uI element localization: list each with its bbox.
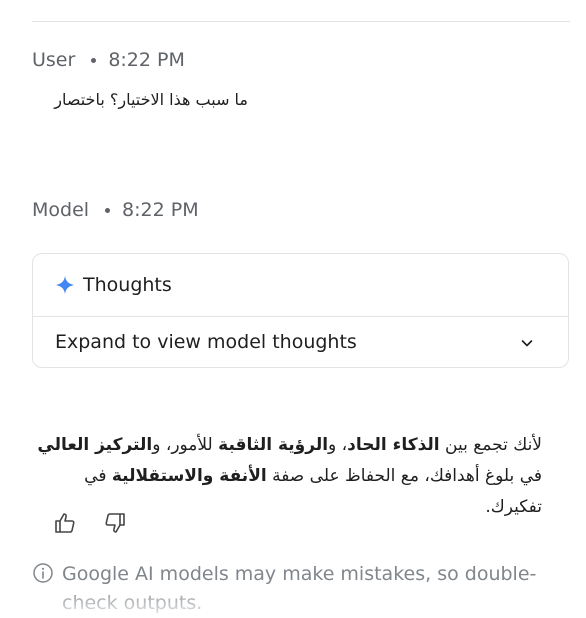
- model-turn-meta: Model 8:22 PM: [32, 199, 199, 221]
- response-segment: للأمور، و: [152, 435, 219, 455]
- model-author: Model: [32, 199, 90, 221]
- response-bold-segment: الأنفة والاستقلالية: [111, 466, 267, 486]
- user-timestamp: 8:22 PM: [108, 49, 185, 71]
- sparkle-icon: [55, 275, 75, 295]
- info-icon: [32, 562, 54, 584]
- expand-thoughts-label: Expand to view model thoughts: [55, 331, 357, 353]
- thoughts-header: Thoughts: [33, 254, 568, 317]
- response-bold-segment: الذكاء الحاد: [347, 435, 440, 455]
- top-divider: [32, 21, 570, 22]
- response-segment: في بلوغ أهدافك، مع الحفاظ على صفة: [266, 466, 542, 486]
- chevron-down-icon: [520, 335, 534, 349]
- thumb-down-button[interactable]: [102, 510, 128, 536]
- disclaimer-text: Google AI models may make mistakes, so d…: [62, 563, 537, 614]
- thoughts-title: Thoughts: [83, 274, 172, 296]
- user-message: ما سبب هذا الاختيار؟ باختصار: [54, 90, 248, 109]
- model-timestamp: 8:22 PM: [122, 199, 199, 221]
- response-segment: ، و: [328, 435, 348, 455]
- response-segment: لأنك تجمع بين: [439, 435, 542, 455]
- thumb-down-icon: [105, 513, 125, 533]
- user-turn-meta: User 8:22 PM: [32, 49, 185, 71]
- user-author: User: [32, 49, 76, 71]
- feedback-actions: [52, 510, 128, 536]
- thoughts-panel: Thoughts Expand to view model thoughts: [32, 253, 569, 368]
- disclaimer: Google AI models may make mistakes, so d…: [32, 560, 562, 618]
- expand-thoughts-button[interactable]: Expand to view model thoughts: [33, 317, 568, 367]
- thumb-up-button[interactable]: [52, 510, 78, 536]
- response-bold-segment: الرؤية الثاقبة: [218, 435, 329, 455]
- thumb-up-icon: [55, 513, 75, 533]
- response-bold-segment: التركيز العالي: [37, 435, 153, 455]
- separator-dot: [91, 57, 97, 63]
- separator-dot: [105, 207, 111, 213]
